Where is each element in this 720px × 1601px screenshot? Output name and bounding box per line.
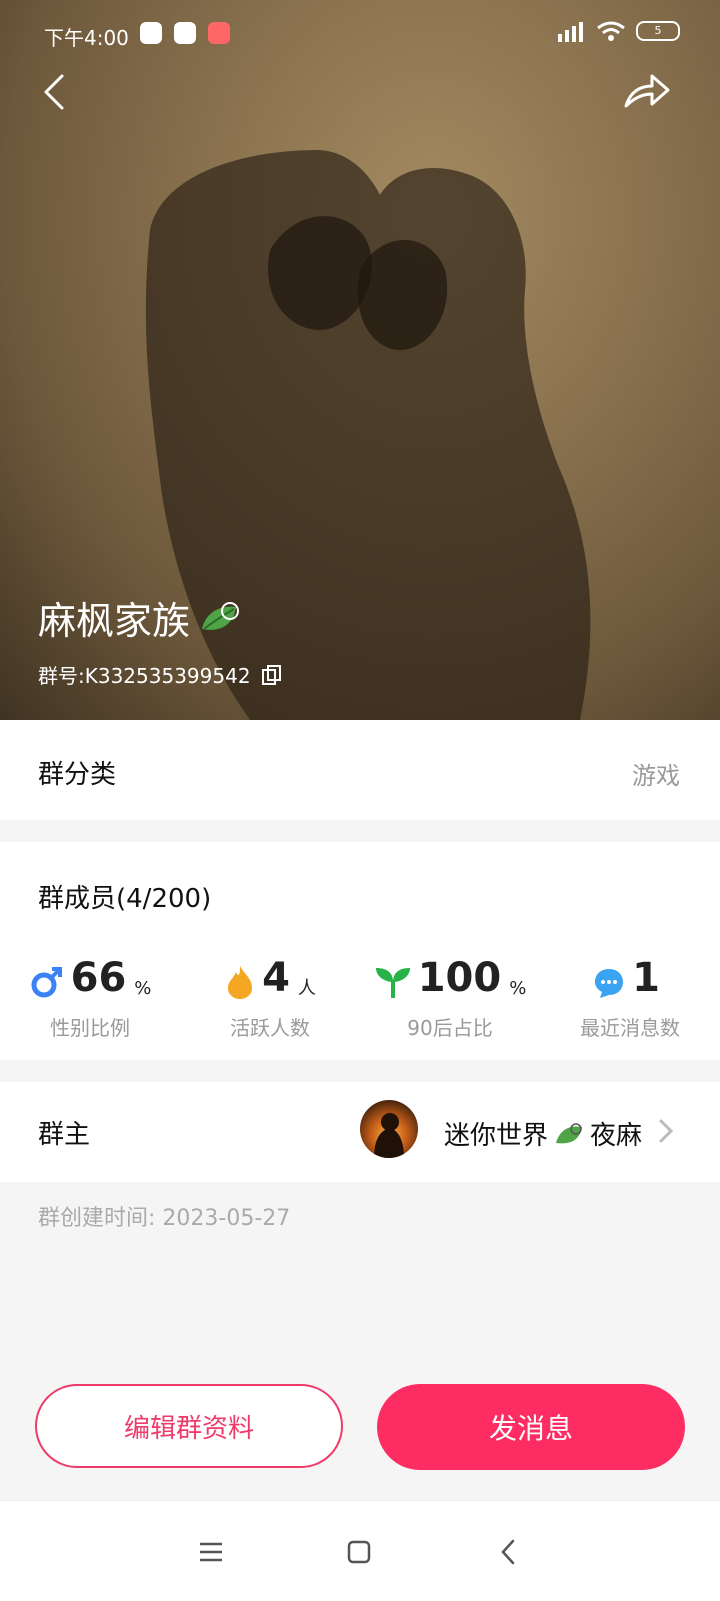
app-notification-icon: [208, 22, 230, 44]
owner-label: 群主: [38, 1120, 91, 1150]
sprout-icon: [375, 968, 410, 998]
category-label: 群分类: [38, 760, 117, 790]
members-stats: 66 % 性别比例 4 人 活跃人数 100 % 90后占比 1 最近消息数: [0, 944, 720, 1054]
stat-value: 66: [70, 955, 127, 1001]
stat-unit: 人: [297, 978, 316, 999]
avatar-image: [374, 1113, 404, 1158]
owner-name-part2: 夜麻: [590, 1121, 643, 1151]
stat-unit: %: [509, 978, 527, 999]
stat-label: 最近消息数: [580, 1016, 680, 1040]
system-nav-bar: [0, 1500, 720, 1601]
male-icon: [31, 967, 62, 998]
status-indicators: 5: [556, 20, 680, 42]
stat-gender-ratio: 66 % 性别比例: [0, 944, 180, 1041]
stat-label: 90后占比: [407, 1016, 493, 1040]
owner-avatar[interactable]: [360, 1100, 418, 1158]
members-title: 群成员(4/200): [38, 884, 212, 914]
chevron-right-icon[interactable]: [656, 1118, 676, 1144]
created-time: 群创建时间: 2023-05-27: [38, 1206, 291, 1231]
stat-active-count: 4 人 活跃人数: [180, 944, 360, 1041]
leaf-icon: [556, 1122, 583, 1143]
battery-icon: 5: [636, 21, 680, 41]
back-arrow-icon[interactable]: [36, 72, 76, 112]
group-id-row: 群号:K332535399542: [38, 660, 283, 689]
category-value: 游戏: [632, 762, 680, 790]
category-card: 群分类 游戏: [0, 720, 720, 820]
app-notification-icon: [174, 22, 196, 44]
leaf-icon: [202, 601, 240, 630]
group-name: 麻枫家族: [38, 590, 240, 645]
back-icon[interactable]: [494, 1537, 524, 1567]
send-message-button[interactable]: 发消息: [377, 1384, 685, 1470]
stat-recent-messages: 1 最近消息数: [540, 944, 720, 1041]
chat-bubble-icon: [595, 969, 624, 998]
owner-name[interactable]: 迷你世界 夜麻: [444, 1115, 642, 1152]
home-icon[interactable]: [344, 1537, 374, 1567]
group-name-text: 麻枫家族: [38, 599, 191, 643]
owner-name-part1: 迷你世界: [444, 1121, 549, 1151]
status-bar: 下午4:00 5: [0, 0, 720, 64]
stat-post90-ratio: 100 % 90后占比: [360, 944, 540, 1041]
wifi-icon: [597, 21, 625, 41]
stat-value: 4: [262, 955, 290, 1001]
group-id-text: 群号:K332535399542: [38, 664, 251, 688]
fire-icon: [228, 966, 253, 999]
stat-label: 活跃人数: [230, 1016, 310, 1040]
edit-group-button[interactable]: 编辑群资料: [35, 1384, 343, 1468]
status-time: 下午4:00: [44, 26, 129, 50]
share-icon[interactable]: [622, 70, 672, 114]
stat-value: 1: [632, 955, 660, 1001]
stat-label: 性别比例: [50, 1016, 130, 1040]
group-cover-image: 下午4:00 5 麻枫家族 群号:K332535399542: [0, 0, 720, 720]
menu-icon[interactable]: [196, 1537, 226, 1567]
signal-icon: [558, 22, 583, 42]
stat-value: 100: [417, 955, 502, 1001]
stat-unit: %: [134, 978, 152, 999]
app-notification-icon: [140, 22, 162, 44]
copy-icon[interactable]: [261, 664, 283, 686]
